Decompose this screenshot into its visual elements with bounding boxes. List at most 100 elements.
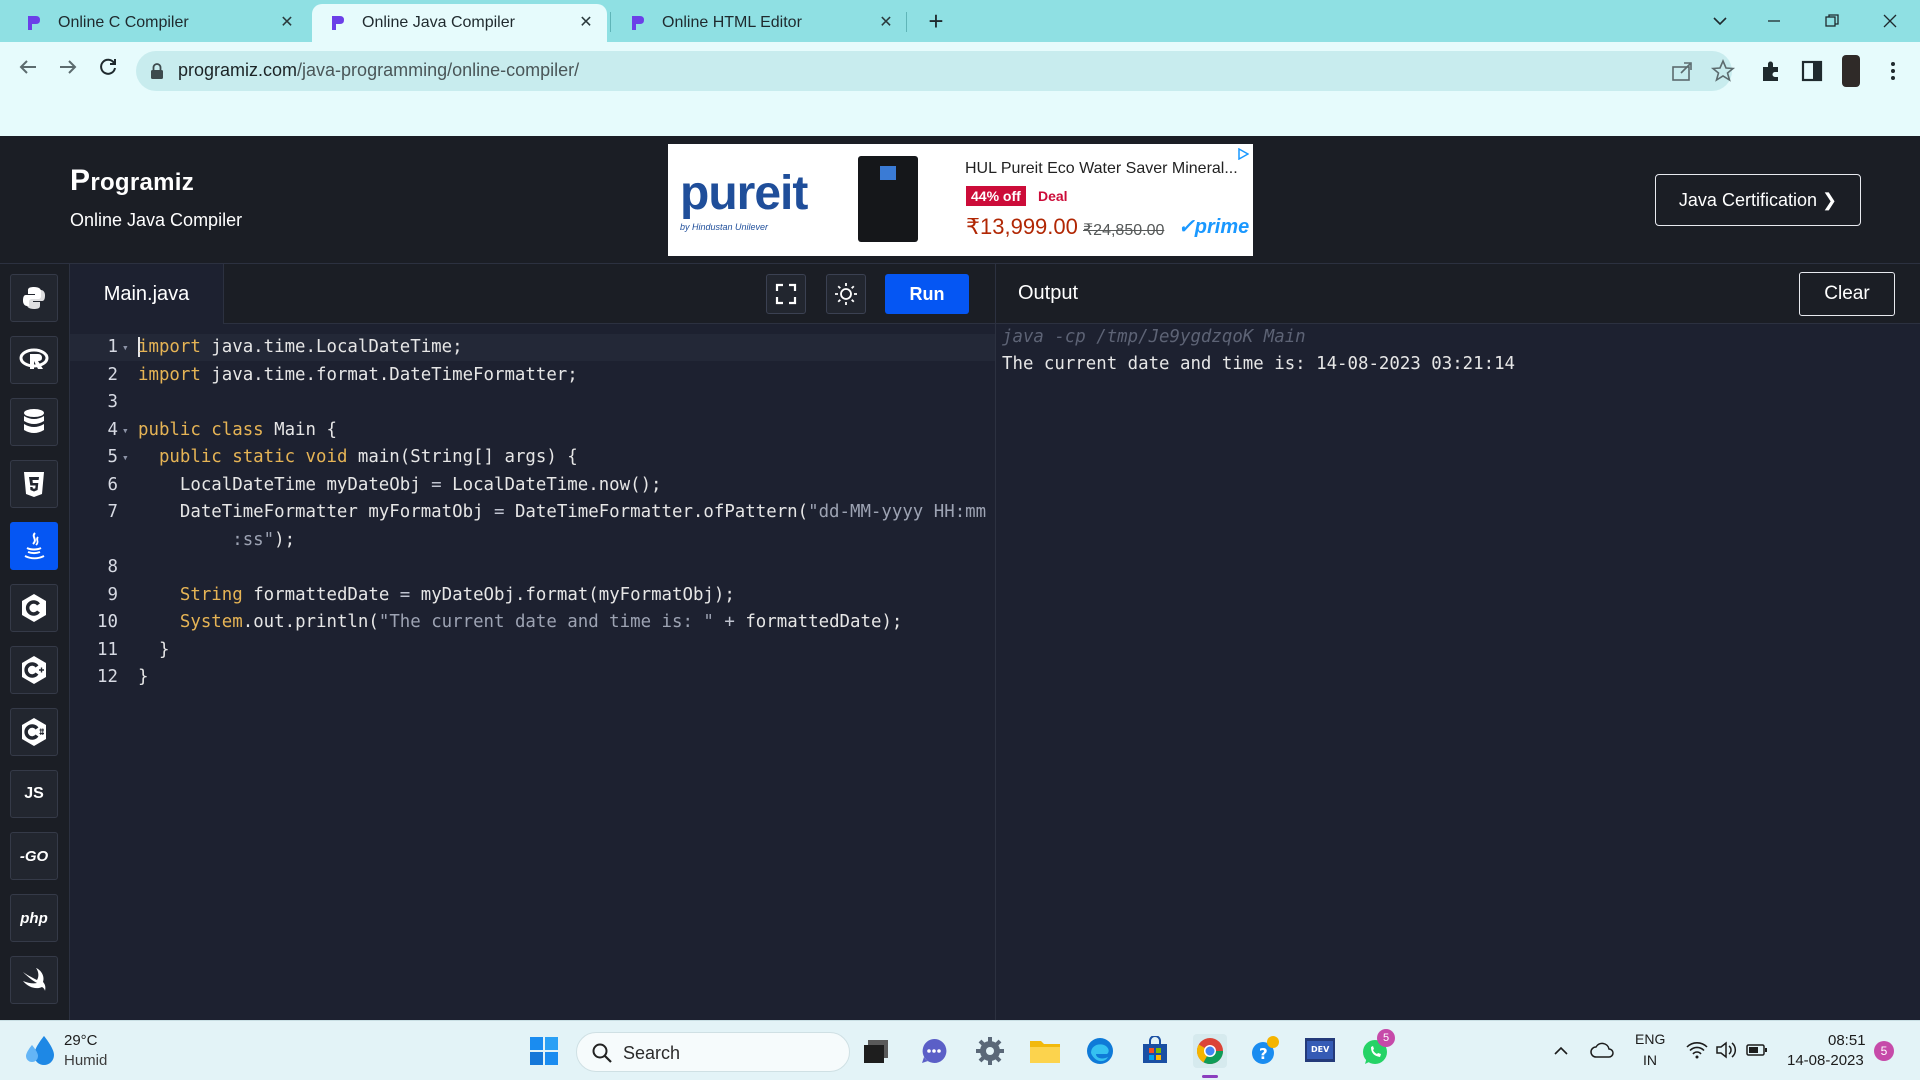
close-tab-icon[interactable]: ✕ <box>575 12 597 34</box>
code-line[interactable]: 1 ▾ import java.time.LocalDateTime; <box>70 334 995 361</box>
browser-tab-c-compiler[interactable]: Online C Compiler ✕ <box>8 4 308 42</box>
clock-date[interactable]: 14-08-2023 <box>1787 1052 1864 1069</box>
close-tab-icon[interactable]: ✕ <box>875 12 897 34</box>
battery-icon[interactable] <box>1746 1043 1768 1057</box>
sidebar-item-cpp[interactable] <box>10 646 58 694</box>
onedrive-cloud-icon[interactable] <box>1590 1041 1614 1059</box>
sidebar-item-html[interactable] <box>10 460 58 508</box>
programiz-logo[interactable]: Programiz <box>70 164 194 198</box>
forward-button[interactable] <box>54 56 82 84</box>
code-area[interactable]: 1 ▾ import java.time.LocalDateTime; 2 import… <box>70 324 995 1020</box>
logo-text: rogramiz <box>90 169 195 196</box>
teams-chat-button[interactable] <box>917 1034 951 1068</box>
reload-button[interactable] <box>94 56 122 84</box>
sidebar-item-python[interactable] <box>10 274 58 322</box>
tab-search-button[interactable] <box>1700 6 1740 36</box>
close-tab-icon[interactable]: ✕ <box>276 12 298 34</box>
file-explorer-button[interactable] <box>1028 1034 1062 1068</box>
help-button[interactable]: ? <box>1248 1034 1282 1068</box>
code-line[interactable]: 5 ▾ public static void main(String[] args… <box>70 444 995 471</box>
code-line[interactable]: 11 } <box>70 637 995 664</box>
dev-app-icon: DEV <box>1305 1038 1335 1062</box>
code-token: LocalDateTime.now(); <box>441 474 662 495</box>
fullscreen-button[interactable] <box>766 274 806 314</box>
taskbar-search[interactable]: Search <box>576 1032 850 1072</box>
browser-tab-html-editor[interactable]: Online HTML Editor ✕ <box>612 4 907 42</box>
store-button[interactable] <box>1138 1034 1172 1068</box>
back-button[interactable] <box>14 56 42 84</box>
chevron-up-icon[interactable] <box>1553 1043 1569 1059</box>
url-text[interactable]: programiz.com/java-programming/online-co… <box>178 60 579 81</box>
weather-description[interactable]: Humid <box>64 1052 107 1069</box>
file-tab-main-java[interactable]: Main.java <box>70 264 224 324</box>
code-line[interactable]: 7 DateTimeFormatter myFormatObj = DateTi… <box>70 499 995 526</box>
notification-badge[interactable]: 5 <box>1874 1041 1894 1061</box>
code-editor-pane: Main.java Run 1 ▾ import java.time.LocalDa… <box>70 264 995 1020</box>
wifi-icon[interactable] <box>1686 1041 1708 1059</box>
code-line[interactable]: 4 ▾ public class Main { <box>70 417 995 444</box>
code-token: public class <box>138 419 264 440</box>
sidebar-item-php[interactable]: php <box>10 894 58 942</box>
sidebar-item-sql[interactable] <box>10 398 58 446</box>
code-line[interactable]: 12} <box>70 664 995 691</box>
line-number: 9 <box>107 584 118 605</box>
advertisement-banner[interactable]: pureit by Hindustan Unilever HUL Pureit … <box>668 144 1253 256</box>
microsoft-store-icon <box>1143 1036 1167 1063</box>
edge-browser-button[interactable] <box>1083 1034 1117 1068</box>
tab-separator <box>610 12 611 32</box>
code-line[interactable]: 3 <box>70 389 995 416</box>
weather-temperature[interactable]: 29°C <box>64 1032 98 1049</box>
sidebar-item-csharp[interactable] <box>10 708 58 756</box>
settings-button[interactable] <box>973 1034 1007 1068</box>
restore-button[interactable] <box>1812 6 1852 36</box>
search-label: Search <box>623 1043 681 1063</box>
code-line[interactable]: 2 import java.time.format.DateTimeFormatt… <box>70 362 995 389</box>
input-language-top[interactable]: ENG <box>1635 1031 1665 1047</box>
code-line[interactable]: :ss"); <box>70 527 995 554</box>
rain-drop-weather-icon[interactable] <box>22 1033 58 1069</box>
sidebar-item-r[interactable] <box>10 336 58 384</box>
dev-app-button[interactable]: DEV <box>1303 1034 1337 1068</box>
extensions-puzzle-icon[interactable] <box>1758 58 1784 84</box>
bookmark-star-icon[interactable] <box>1710 58 1736 84</box>
ad-product-title: HUL Pureit Eco Water Saver Mineral... <box>965 160 1238 177</box>
sidebar-item-c[interactable] <box>10 584 58 632</box>
profile-avatar[interactable] <box>1842 55 1860 87</box>
sidebar-item-swift[interactable] <box>10 956 58 1004</box>
chrome-icon <box>1196 1038 1224 1065</box>
code-line[interactable]: 9 String formattedDate = myDateObj.forma… <box>70 582 995 609</box>
code-token: = <box>493 502 505 522</box>
sidebar-item-javascript[interactable]: JS <box>10 770 58 818</box>
theme-toggle-button[interactable] <box>826 274 866 314</box>
volume-icon[interactable] <box>1715 1041 1737 1059</box>
clear-button[interactable]: Clear <box>1799 272 1895 316</box>
minimize-button[interactable] <box>1754 6 1794 36</box>
fold-arrow-icon[interactable]: ▾ <box>122 444 132 471</box>
code-line[interactable]: 6 LocalDateTime myDateObj = LocalDateTim… <box>70 472 995 499</box>
sidebar-item-go[interactable]: -GO <box>10 832 58 880</box>
input-language-bottom[interactable]: IN <box>1643 1052 1657 1068</box>
browser-tab-java-compiler[interactable]: Online Java Compiler ✕ <box>312 4 607 42</box>
chrome-button[interactable] <box>1193 1034 1227 1068</box>
adchoices-icon[interactable] <box>1237 148 1249 160</box>
kebab-menu-icon[interactable] <box>1880 58 1906 84</box>
start-button[interactable] <box>527 1034 561 1068</box>
code-text: :ss"); <box>138 527 295 554</box>
code-line[interactable]: 10 System.out.println("The current date … <box>70 609 995 636</box>
java-certification-button[interactable]: Java Certification ❯ <box>1655 174 1861 226</box>
code-line[interactable]: 8 <box>70 554 995 581</box>
lock-icon[interactable] <box>150 62 164 80</box>
run-button[interactable]: Run <box>885 274 969 314</box>
clock-time[interactable]: 08:51 <box>1828 1032 1866 1049</box>
new-tab-button[interactable]: + <box>922 8 950 36</box>
sidebar-item-java[interactable] <box>10 522 58 570</box>
folder-icon <box>1030 1041 1060 1063</box>
share-icon[interactable] <box>1669 58 1695 84</box>
close-window-button[interactable] <box>1870 6 1910 36</box>
task-view-button[interactable] <box>860 1034 894 1068</box>
fold-arrow-icon[interactable]: ▾ <box>122 417 132 444</box>
fold-arrow-icon[interactable]: ▾ <box>122 334 132 361</box>
code-token: .out.println( <box>242 612 379 632</box>
programiz-favicon-icon <box>632 16 644 30</box>
side-panel-icon[interactable] <box>1799 58 1825 84</box>
